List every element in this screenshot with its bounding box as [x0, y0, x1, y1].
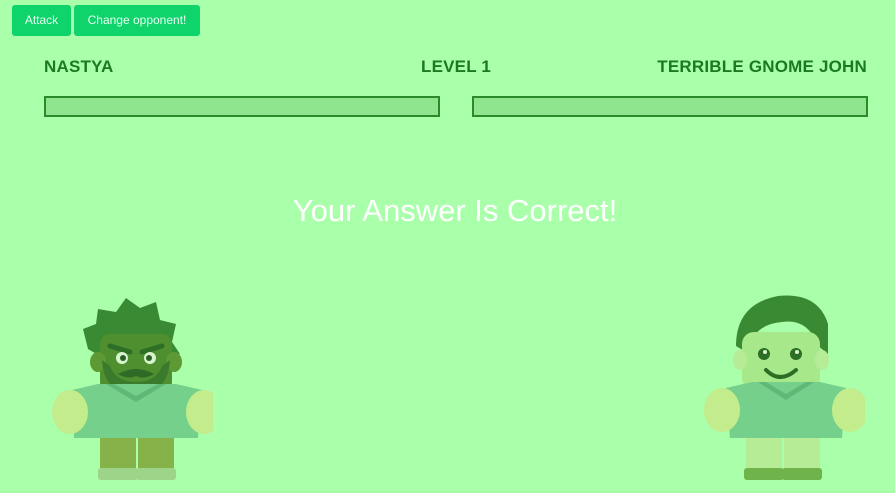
player-health-fill: [46, 98, 438, 115]
attack-button[interactable]: Attack: [12, 5, 71, 36]
opponent-name: TERRIBLE GNOME JOHN: [657, 57, 867, 76]
player-health-bar: [44, 96, 440, 117]
change-opponent-button[interactable]: Change opponent!: [74, 5, 200, 36]
opponent-health-fill: [474, 98, 866, 115]
opponent-gnome-icon: [704, 295, 865, 480]
player-gnome-icon: [52, 298, 213, 480]
opponent-health-bar: [472, 96, 868, 117]
level-label: LEVEL 1: [421, 57, 492, 76]
answer-result-message: Your Answer Is Correct!: [292, 193, 618, 228]
player-name: NASTYA: [44, 57, 114, 76]
